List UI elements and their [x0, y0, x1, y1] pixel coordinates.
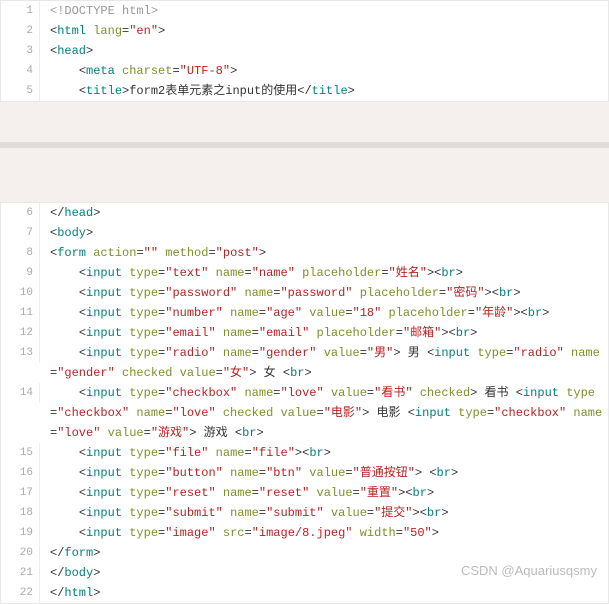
line-number: 2	[1, 21, 40, 41]
code-line: 19 <input type="image" src="image/8.jpeg…	[1, 523, 608, 543]
code-line: 10 <input type="password" name="password…	[1, 283, 608, 303]
code-line: 2<html lang="en">	[1, 21, 608, 41]
code-line: 9 <input type="text" name="name" placeho…	[1, 263, 608, 283]
line-number: 11	[1, 303, 40, 323]
line-number: 1	[1, 1, 40, 21]
line-number: 9	[1, 263, 40, 283]
code-line: 22</html>	[1, 583, 608, 603]
code-text: <input type="submit" name="submit" value…	[40, 503, 608, 523]
code-block-2: 6</head>7<body>8<form action="" method="…	[0, 202, 609, 604]
line-number: 18	[1, 503, 40, 523]
line-number: 20	[1, 543, 40, 563]
line-number: 8	[1, 243, 40, 263]
code-text: <form action="" method="post">	[40, 243, 608, 263]
code-text: <input type="button" name="btn" value="普…	[40, 463, 608, 483]
code-line: 4 <meta charset="UTF-8">	[1, 61, 608, 81]
line-number: 14	[1, 383, 40, 403]
code-line: 14 <input type="checkbox" name="love" va…	[1, 383, 608, 443]
code-line: 11 <input type="number" name="age" value…	[1, 303, 608, 323]
line-number: 7	[1, 223, 40, 243]
code-line: 15 <input type="file" name="file"><br>	[1, 443, 608, 463]
line-number: 6	[1, 203, 40, 223]
line-number: 5	[1, 81, 40, 101]
code-text: <input type="file" name="file"><br>	[40, 443, 608, 463]
code-text: <input type="image" src="image/8.jpeg" w…	[40, 523, 608, 543]
code-text: <html lang="en">	[40, 21, 608, 41]
code-text: <input type="email" name="email" placeho…	[40, 323, 608, 343]
code-line: 13 <input type="radio" name="gender" val…	[1, 343, 608, 383]
code-text: </body>	[40, 563, 608, 583]
code-text: <meta charset="UTF-8">	[40, 61, 608, 81]
code-line: 7<body>	[1, 223, 608, 243]
code-line: 20</form>	[1, 543, 608, 563]
line-number: 16	[1, 463, 40, 483]
code-text: </head>	[40, 203, 608, 223]
line-number: 3	[1, 41, 40, 61]
code-line: 16 <input type="button" name="btn" value…	[1, 463, 608, 483]
code-text: <input type="number" name="age" value="1…	[40, 303, 608, 323]
code-text: <input type="radio" name="gender" value=…	[40, 343, 608, 383]
line-number: 15	[1, 443, 40, 463]
code-text: <input type="checkbox" name="love" value…	[40, 383, 608, 443]
line-number: 4	[1, 61, 40, 81]
code-line: 6</head>	[1, 203, 608, 223]
code-text: <input type="text" name="name" placehold…	[40, 263, 608, 283]
line-number: 12	[1, 323, 40, 343]
code-text: <!DOCTYPE html>	[40, 1, 608, 21]
code-text: <input type="reset" name="reset" value="…	[40, 483, 608, 503]
gap-divider	[0, 142, 609, 148]
code-text: </form>	[40, 543, 608, 563]
code-text: </html>	[40, 583, 608, 603]
line-number: 21	[1, 563, 40, 583]
code-line: 1<!DOCTYPE html>	[1, 1, 608, 21]
code-text: <input type="password" name="password" p…	[40, 283, 608, 303]
line-number: 10	[1, 283, 40, 303]
code-block-1: 1<!DOCTYPE html>2<html lang="en">3<head>…	[0, 0, 609, 102]
code-line: 12 <input type="email" name="email" plac…	[1, 323, 608, 343]
code-line: 8<form action="" method="post">	[1, 243, 608, 263]
code-line: 5 <title>form2表单元素之input的使用</title>	[1, 81, 608, 101]
code-text: <title>form2表单元素之input的使用</title>	[40, 81, 608, 101]
line-number: 19	[1, 523, 40, 543]
code-line: 3<head>	[1, 41, 608, 61]
block-gap	[0, 142, 609, 202]
code-line: 21</body>	[1, 563, 608, 583]
code-line: 18 <input type="submit" name="submit" va…	[1, 503, 608, 523]
line-number: 13	[1, 343, 40, 363]
code-line: 17 <input type="reset" name="reset" valu…	[1, 483, 608, 503]
line-number: 17	[1, 483, 40, 503]
code-text: <body>	[40, 223, 608, 243]
code-text: <head>	[40, 41, 608, 61]
line-number: 22	[1, 583, 40, 603]
